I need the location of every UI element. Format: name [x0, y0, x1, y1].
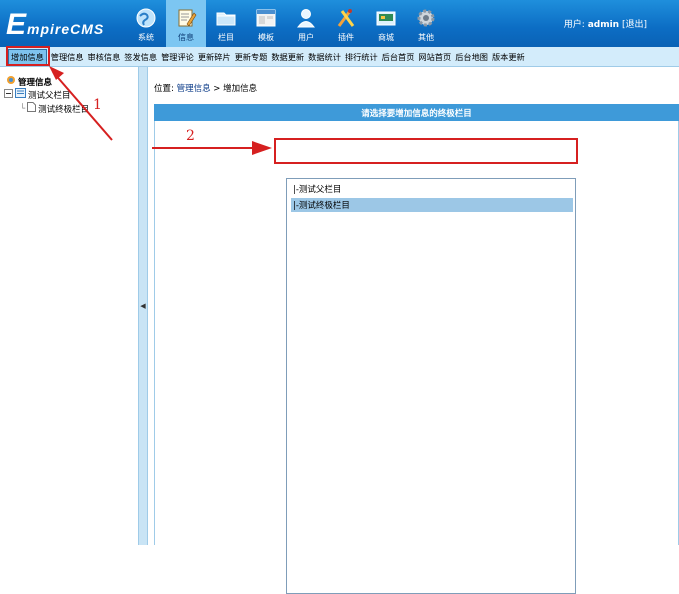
- submenu-version-update[interactable]: 版本更新: [492, 51, 525, 63]
- page-icon: [27, 102, 37, 115]
- breadcrumb: 位置: 管理信息 > 增加信息: [154, 82, 257, 94]
- topnav-label: 其他: [418, 33, 434, 42]
- topnav-user[interactable]: 用户: [286, 0, 326, 47]
- tree-parent-label: 测试父栏目: [28, 90, 71, 101]
- collapse-minus-icon[interactable]: [4, 88, 13, 101]
- column-option-final[interactable]: |-测试终极栏目: [291, 198, 573, 212]
- submenu-add-info[interactable]: 增加信息: [8, 48, 47, 65]
- topnav-template[interactable]: 模板: [246, 0, 286, 47]
- submenu-manage-comments[interactable]: 管理评论: [161, 51, 194, 63]
- topnav-label: 栏目: [218, 33, 234, 42]
- submenu-rank-stats[interactable]: 排行统计: [345, 51, 378, 63]
- submenu-manage-info[interactable]: 管理信息: [51, 51, 84, 63]
- submenu-update-fragments[interactable]: 更新碎片: [198, 51, 231, 63]
- tools-icon: [334, 6, 358, 30]
- topnav-label: 插件: [338, 33, 354, 42]
- topnav-label: 模板: [258, 33, 274, 42]
- tree-child-label: 测试终极栏目: [38, 104, 90, 115]
- topnav-shop[interactable]: 商城: [366, 0, 406, 47]
- gear-icon: [414, 6, 438, 30]
- annotation-number-1: 1: [93, 97, 102, 113]
- submenu-data-update[interactable]: 数据更新: [271, 51, 304, 63]
- tree-branch-line: └: [20, 103, 26, 114]
- globe-icon: [134, 6, 158, 30]
- panel-title-text: 请选择要增加信息的终极栏目: [361, 108, 472, 119]
- user-name: admin: [587, 20, 620, 30]
- tree-parent[interactable]: 测试父栏目: [4, 88, 71, 101]
- document-edit-icon: [174, 6, 198, 30]
- column-tree-panel: 管理信息 测试父栏目 └ 测试终极栏目: [0, 67, 138, 545]
- user-label: 用户:: [563, 20, 585, 30]
- submenu-site-home[interactable]: 网站首页: [418, 51, 451, 63]
- breadcrumb-current: 增加信息: [223, 84, 258, 94]
- column-option-parent[interactable]: |-测试父栏目: [291, 182, 341, 196]
- user-bar: 用户: admin [退出]: [564, 17, 647, 30]
- manage-info-icon: [6, 75, 16, 88]
- topnav-other[interactable]: 其他: [406, 0, 446, 47]
- top-nav: 系统 信息 栏目 模板 用户 插件 商城 其他: [126, 0, 446, 47]
- annotation-number-2: 2: [186, 128, 195, 144]
- logout-link[interactable]: [退出]: [622, 20, 647, 30]
- submenu-update-topics[interactable]: 更新专题: [235, 51, 268, 63]
- panel-body: |-测试父栏目 |-测试终极栏目: [154, 121, 679, 594]
- top-header: EmpireCMS 系统 信息 栏目 模板 用户 插件 商城 其他 用户: ad…: [0, 0, 679, 47]
- tree-child[interactable]: └ 测试终极栏目: [20, 102, 89, 115]
- topnav-label: 信息: [178, 33, 194, 42]
- empirecms-logo: EmpireCMS: [6, 8, 104, 42]
- topnav-label: 系统: [138, 33, 154, 42]
- folder-list-icon: [15, 88, 26, 101]
- collapse-left-arrow-icon: ◀: [140, 302, 146, 310]
- topnav-label: 商城: [378, 33, 394, 42]
- column-select-listbox[interactable]: |-测试父栏目 |-测试终极栏目: [286, 178, 576, 594]
- submenu-sign-info[interactable]: 签发信息: [124, 51, 157, 63]
- panel-collapse-splitter[interactable]: ◀: [138, 67, 148, 545]
- submenu-admin-home[interactable]: 后台首页: [382, 51, 415, 63]
- topnav-system[interactable]: 系统: [126, 0, 166, 47]
- topnav-column[interactable]: 栏目: [206, 0, 246, 47]
- sub-menu: 增加信息 管理信息 审核信息 签发信息 管理评论 更新碎片 更新专题 数据更新 …: [0, 47, 679, 67]
- shop-icon: [374, 6, 398, 30]
- window-template-icon: [254, 6, 278, 30]
- panel-title: 请选择要增加信息的终极栏目: [154, 104, 679, 121]
- folder-icon: [214, 6, 238, 30]
- tree-root[interactable]: 管理信息: [6, 75, 52, 88]
- topnav-info[interactable]: 信息: [166, 0, 206, 47]
- breadcrumb-prefix: 位置:: [154, 84, 174, 94]
- breadcrumb-separator: >: [213, 84, 221, 94]
- topnav-plugin[interactable]: 插件: [326, 0, 366, 47]
- logo-letter: E: [6, 8, 28, 41]
- tree-root-label: 管理信息: [18, 77, 53, 88]
- submenu-data-stats[interactable]: 数据统计: [308, 51, 341, 63]
- logo-text: mpireCMS: [27, 21, 105, 37]
- submenu-review-info[interactable]: 审核信息: [88, 51, 121, 63]
- breadcrumb-manage-info-link[interactable]: 管理信息: [177, 84, 211, 94]
- submenu-admin-map[interactable]: 后台地图: [455, 51, 488, 63]
- user-icon: [294, 6, 318, 30]
- main-content: 位置: 管理信息 > 增加信息 请选择要增加信息的终极栏目 |-测试父栏目 |-…: [148, 67, 679, 594]
- topnav-label: 用户: [298, 33, 314, 42]
